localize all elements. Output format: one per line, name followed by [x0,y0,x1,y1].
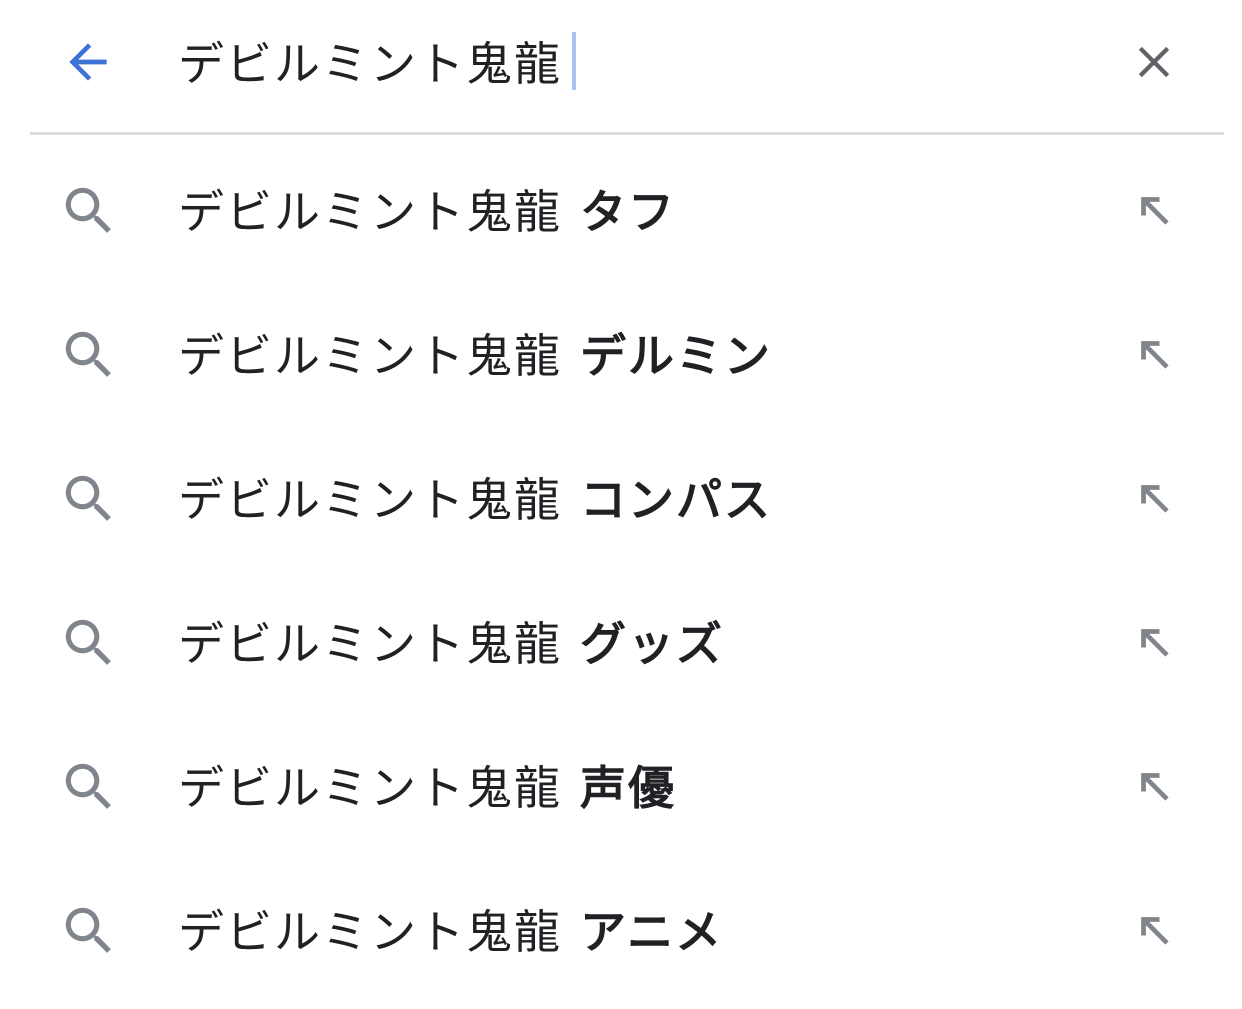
suggestion-item[interactable]: デビルミント鬼龍 タフ [0,136,1242,280]
suggestion-item[interactable]: デビルミント鬼龍 声優 [0,712,1242,856]
suggestion-prefix: デビルミント鬼龍 [178,185,562,239]
search-query-text: デビルミント鬼龍 [178,37,562,91]
search-icon [56,466,122,532]
search-divider [30,132,1224,135]
suggestion-item[interactable]: デビルミント鬼龍 コンパス [0,424,1242,568]
search-icon [56,754,122,820]
fill-query-button[interactable] [1118,316,1190,392]
suggestion-prefix: デビルミント鬼龍 [178,761,562,815]
arrow-up-left-icon [1141,197,1169,225]
suggestion-completion: 声優 [580,761,676,815]
back-button[interactable] [52,22,124,102]
suggestion-prefix: デビルミント鬼龍 [178,473,562,527]
suggestion-item[interactable]: デビルミント鬼龍 グッズ [0,568,1242,712]
suggestion-completion: タフ [580,185,676,239]
suggestion-text: デビルミント鬼龍 タフ [178,174,676,244]
suggestion-completion: デルミン [580,329,772,383]
arrow-up-left-icon [1141,773,1169,801]
close-icon [1138,46,1170,78]
search-icon [56,610,122,676]
suggestion-text: デビルミント鬼龍 コンパス [178,462,772,532]
arrow-up-left-icon [1141,485,1169,513]
suggestion-item[interactable]: デビルミント鬼龍 デルミン [0,280,1242,424]
suggestion-text: デビルミント鬼龍 アニメ [178,894,723,964]
search-icon [56,178,122,244]
suggestion-text: デビルミント鬼龍 デルミン [178,318,772,388]
fill-query-button[interactable] [1118,460,1190,536]
search-icon [56,898,122,964]
arrow-left-icon [69,43,107,81]
fill-query-button[interactable] [1118,172,1190,248]
suggestion-text: デビルミント鬼龍 声優 [178,750,676,820]
arrow-up-left-icon [1141,917,1169,945]
search-bar: デビルミント鬼龍 [0,0,1242,122]
suggestion-completion: コンパス [580,473,772,527]
suggestion-text: デビルミント鬼龍 グッズ [178,606,724,676]
fill-query-button[interactable] [1118,748,1190,824]
arrow-up-left-icon [1141,341,1169,369]
text-caret [572,32,576,90]
suggestion-list: デビルミント鬼龍タフ デビルミント鬼龍デルミン デビルミント鬼龍コンパス [0,136,1242,1000]
fill-query-button[interactable] [1118,892,1190,968]
suggestion-prefix: デビルミント鬼龍 [178,905,562,959]
suggestion-prefix: デビルミント鬼龍 [178,617,562,671]
clear-button[interactable] [1118,22,1190,102]
suggestion-completion: グッズ [580,617,724,671]
suggestion-item[interactable]: デビルミント鬼龍 アニメ [0,856,1242,1000]
arrow-up-left-icon [1141,629,1169,657]
suggestion-prefix: デビルミント鬼龍 [178,329,562,383]
suggestion-completion: アニメ [580,905,724,959]
search-input[interactable]: デビルミント鬼龍 [178,26,576,96]
search-icon [56,322,122,388]
fill-query-button[interactable] [1118,604,1190,680]
